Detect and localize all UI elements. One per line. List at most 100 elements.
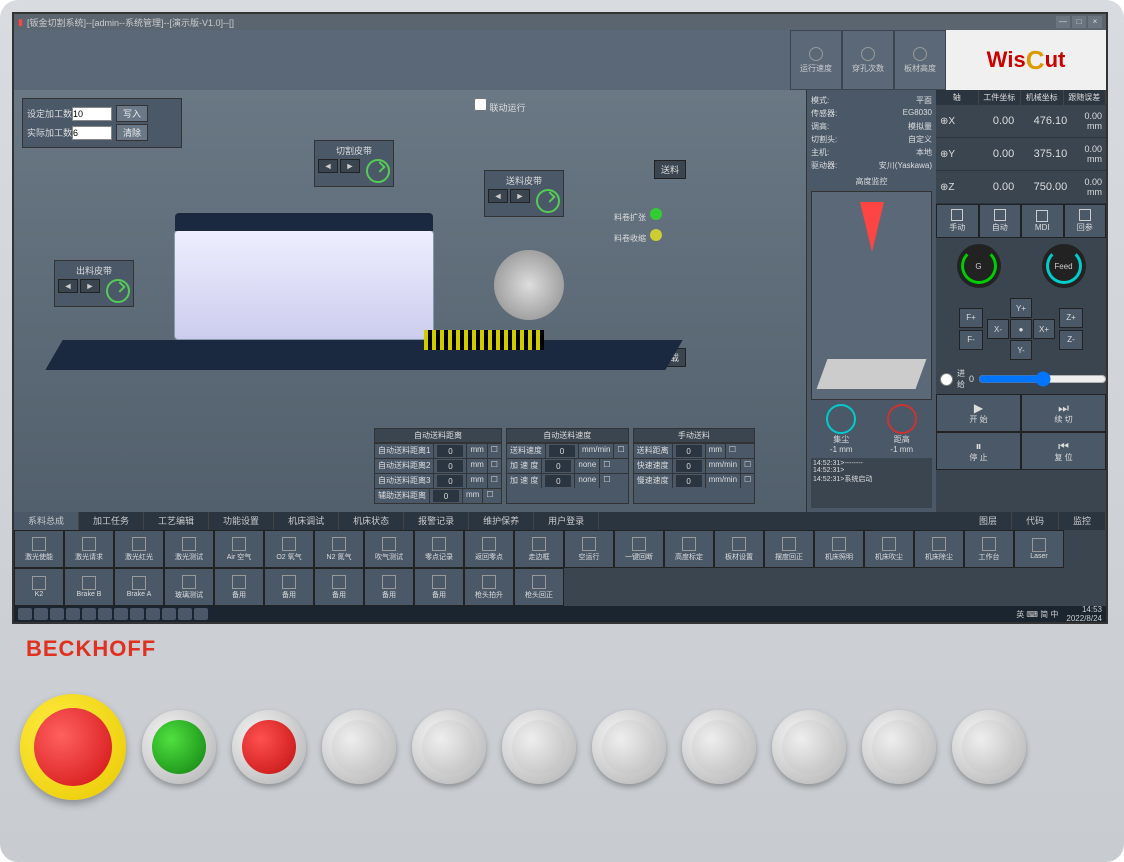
param-input[interactable]	[549, 445, 575, 457]
set-count-input[interactable]	[72, 107, 112, 121]
taskbar-icon[interactable]	[18, 608, 32, 620]
physical-start-button[interactable]	[142, 710, 216, 784]
tab[interactable]: 用户登录	[534, 512, 599, 530]
play-button[interactable]: ⏭续 切	[1021, 394, 1106, 432]
param-input[interactable]	[545, 475, 571, 487]
taskbar-icon[interactable]	[82, 608, 96, 620]
cut-right-button[interactable]: ►	[340, 159, 360, 173]
tab[interactable]: 工艺编辑	[144, 512, 209, 530]
feed-dial[interactable]: Feed	[1042, 244, 1086, 288]
tab[interactable]: 机床调试	[274, 512, 339, 530]
tool-button[interactable]: Brake A	[114, 568, 164, 606]
tool-button[interactable]: 工作台	[964, 530, 1014, 568]
tab[interactable]: 机床状态	[339, 512, 404, 530]
override-slider[interactable]	[978, 371, 1107, 387]
tool-button[interactable]: 机床吹尘	[864, 530, 914, 568]
physical-stop-button[interactable]	[232, 710, 306, 784]
tool-button[interactable]: Air 空气	[214, 530, 264, 568]
physical-button-4[interactable]	[322, 710, 396, 784]
param-input[interactable]	[676, 445, 702, 457]
taskbar-icon[interactable]	[66, 608, 80, 620]
play-button[interactable]: ⏸停 止	[936, 432, 1021, 470]
mode-button[interactable]: MDI	[1021, 204, 1064, 238]
physical-button-8[interactable]	[682, 710, 756, 784]
tool-button[interactable]: 激光使能	[14, 530, 64, 568]
tool-button[interactable]: 枪头拍升	[464, 568, 514, 606]
taskbar-icon[interactable]	[194, 608, 208, 620]
tool-button[interactable]: 摆度回正	[764, 530, 814, 568]
param-input[interactable]	[437, 475, 463, 487]
taskbar-icon[interactable]	[130, 608, 144, 620]
override-radio[interactable]	[940, 373, 953, 386]
tool-button[interactable]: 机床照明	[814, 530, 864, 568]
param-input[interactable]	[545, 460, 571, 472]
physical-button-11[interactable]	[952, 710, 1026, 784]
write-button[interactable]: 写入	[116, 105, 148, 122]
tool-button[interactable]: 空运行	[564, 530, 614, 568]
z-plus-button[interactable]: Z+	[1059, 308, 1083, 328]
tool-button[interactable]: 吹气测试	[364, 530, 414, 568]
close-button[interactable]: ×	[1088, 16, 1102, 28]
physical-button-10[interactable]	[862, 710, 936, 784]
real-count-input[interactable]	[72, 126, 112, 140]
clear-button[interactable]: 清除	[116, 124, 148, 141]
maximize-button[interactable]: □	[1072, 16, 1086, 28]
tool-button[interactable]: K2	[14, 568, 64, 606]
tool-button[interactable]: 备用	[214, 568, 264, 606]
tool-button[interactable]: 机床除尘	[914, 530, 964, 568]
y-plus-button[interactable]: Y+	[1010, 298, 1032, 318]
physical-button-7[interactable]	[592, 710, 666, 784]
tool-button[interactable]: 高度标定	[664, 530, 714, 568]
taskbar-icon[interactable]	[146, 608, 160, 620]
tool-button[interactable]: 备用	[264, 568, 314, 606]
ime-status[interactable]: 英 ⌨ 简 中	[1016, 609, 1058, 620]
tool-button[interactable]: Brake B	[64, 568, 114, 606]
tab[interactable]: 系料总成	[14, 512, 79, 530]
tool-button[interactable]: Laser	[1014, 530, 1064, 568]
tool-button[interactable]: 板材设置	[714, 530, 764, 568]
x-plus-button[interactable]: X+	[1033, 319, 1055, 339]
y-minus-button[interactable]: Y-	[1010, 340, 1032, 360]
taskbar-icon[interactable]	[114, 608, 128, 620]
tool-button[interactable]: 走边框	[514, 530, 564, 568]
f-minus-button[interactable]: F-	[959, 330, 983, 350]
jog-center-button[interactable]: ●	[1010, 319, 1032, 339]
tool-button[interactable]: 备用	[314, 568, 364, 606]
tool-button[interactable]: 一键回断	[614, 530, 664, 568]
param-input[interactable]	[676, 475, 702, 487]
physical-button-5[interactable]	[412, 710, 486, 784]
play-button[interactable]: ⏮复 位	[1021, 432, 1106, 470]
taskbar-icon[interactable]	[34, 608, 48, 620]
tool-button[interactable]: 枪头回正	[514, 568, 564, 606]
tab[interactable]: 图层	[965, 512, 1012, 530]
physical-button-9[interactable]	[772, 710, 846, 784]
tool-button[interactable]: 零点记录	[414, 530, 464, 568]
emergency-stop-button[interactable]	[20, 694, 126, 800]
tool-button[interactable]: 激光请求	[64, 530, 114, 568]
physical-button-6[interactable]	[502, 710, 576, 784]
minimize-button[interactable]: —	[1056, 16, 1070, 28]
tool-button[interactable]: 备用	[364, 568, 414, 606]
mode-button[interactable]: 手动	[936, 204, 979, 238]
tool-button[interactable]: 激光测试	[164, 530, 214, 568]
taskbar-icon[interactable]	[178, 608, 192, 620]
z-minus-button[interactable]: Z-	[1059, 330, 1083, 350]
g-dial[interactable]: G	[957, 244, 1001, 288]
tool-button[interactable]: 玻璃测试	[164, 568, 214, 606]
tool-button[interactable]: 备用	[414, 568, 464, 606]
x-minus-button[interactable]: X-	[987, 319, 1009, 339]
param-input[interactable]	[437, 460, 463, 472]
cut-left-button[interactable]: ◄	[318, 159, 338, 173]
param-input[interactable]	[433, 490, 459, 502]
tab[interactable]: 加工任务	[79, 512, 144, 530]
tool-button[interactable]: O2 氧气	[264, 530, 314, 568]
mode-button[interactable]: 回参	[1064, 204, 1107, 238]
taskbar-icon[interactable]	[162, 608, 176, 620]
tool-button[interactable]: 激光红光	[114, 530, 164, 568]
taskbar-icon[interactable]	[98, 608, 112, 620]
tab[interactable]: 监控	[1059, 512, 1106, 530]
tab[interactable]: 功能设置	[209, 512, 274, 530]
tool-button[interactable]: 返回零点	[464, 530, 514, 568]
tab[interactable]: 维护保养	[469, 512, 534, 530]
play-button[interactable]: ▶开 始	[936, 394, 1021, 432]
